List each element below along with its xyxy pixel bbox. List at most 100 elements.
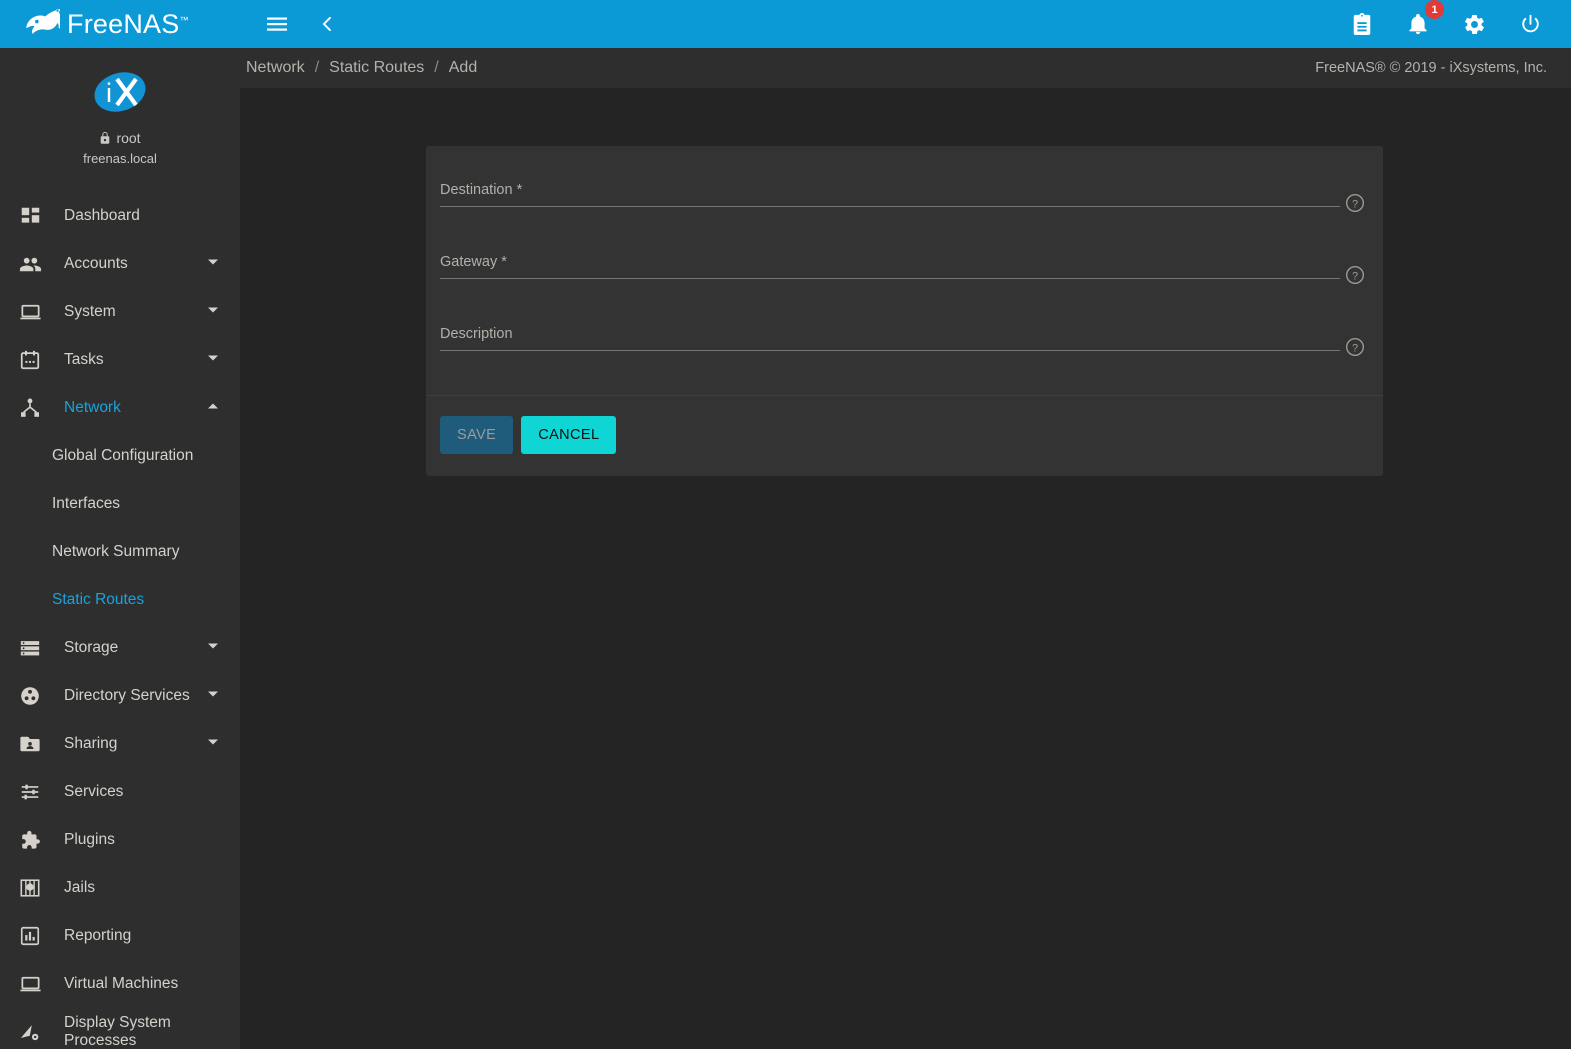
sidebar-subitem-global-configuration[interactable]: Global Configuration	[0, 432, 240, 480]
ixsystems-logo-icon: i	[89, 64, 151, 120]
breadcrumb-bar: Network / Static Routes / Add FreeNAS® ©…	[240, 48, 1571, 88]
profile-hostname: freenas.local	[0, 151, 240, 166]
destination-field: Destination * ?	[440, 176, 1369, 225]
directory-icon	[12, 685, 48, 707]
sidebar-item-tasks[interactable]: Tasks	[0, 336, 240, 384]
gateway-field: Gateway * ?	[440, 248, 1369, 297]
chevron-down-icon[interactable]	[206, 735, 222, 754]
breadcrumb: Network / Static Routes / Add	[246, 59, 477, 77]
chevron-down-icon[interactable]	[206, 639, 222, 658]
breadcrumb-separator: /	[434, 59, 438, 77]
gear-glyph	[1463, 13, 1486, 36]
svg-text:?: ?	[1352, 342, 1358, 354]
menu-glyph	[265, 12, 289, 36]
description-label: Description	[440, 326, 513, 342]
gear-icon[interactable]	[1457, 7, 1491, 41]
sidebar-item-label: Accounts	[64, 255, 206, 273]
sidebar-item-label: Directory Services	[64, 687, 206, 705]
description-help-icon[interactable]: ?	[1345, 337, 1365, 357]
sidebar-item-label: Virtual Machines	[64, 975, 206, 993]
sharing-icon	[12, 733, 48, 755]
ix-logo-i: i	[106, 78, 112, 108]
sidebar-subitem-label: Network Summary	[52, 543, 179, 561]
clipboard-icon[interactable]	[1345, 7, 1379, 41]
collapse-sidebar-chevron-left-icon[interactable]	[310, 7, 344, 41]
sidebar-item-display-system-processes[interactable]: Display System Processes	[0, 1008, 240, 1049]
profile-username-row: root	[0, 130, 240, 146]
sidebar-item-services[interactable]: Services	[0, 768, 240, 816]
clipboard-glyph	[1351, 13, 1373, 35]
sidebar-item-network[interactable]: Network	[0, 384, 240, 432]
lock-icon	[99, 131, 111, 145]
help-circle-glyph: ?	[1345, 265, 1365, 285]
destination-label: Destination *	[440, 182, 522, 198]
sidebar-item-label: Tasks	[64, 351, 206, 369]
form-actions: SAVE CANCEL	[426, 396, 1383, 476]
sidebar-subitem-label: Static Routes	[52, 591, 144, 609]
save-button[interactable]: SAVE	[440, 416, 513, 454]
chevron-down-icon[interactable]	[206, 351, 222, 370]
cancel-button[interactable]: CANCEL	[521, 416, 616, 454]
description-field: Description ?	[440, 320, 1369, 369]
chevron-down-icon[interactable]	[206, 255, 222, 274]
power-icon[interactable]	[1513, 7, 1547, 41]
gateway-help-icon[interactable]: ?	[1345, 265, 1365, 285]
sidebar-item-sharing[interactable]: Sharing	[0, 720, 240, 768]
sidebar-item-accounts[interactable]: Accounts	[0, 240, 240, 288]
sidebar-subitem-network-summary[interactable]: Network Summary	[0, 528, 240, 576]
plugins-icon	[12, 829, 48, 851]
help-circle-glyph: ?	[1345, 337, 1365, 357]
help-circle-glyph: ?	[1345, 193, 1365, 213]
copyright-notice: FreeNAS® © 2019 - iXsystems, Inc.	[1315, 60, 1547, 76]
destination-help-icon[interactable]: ?	[1345, 193, 1365, 213]
sidebar-subitem-interfaces[interactable]: Interfaces	[0, 480, 240, 528]
svg-text:?: ?	[1352, 270, 1358, 282]
breadcrumb-separator: /	[315, 59, 319, 77]
sidebar-item-label: Jails	[64, 879, 206, 897]
gateway-underline	[440, 278, 1340, 279]
sidebar-item-label: System	[64, 303, 206, 321]
jails-icon	[12, 877, 48, 899]
sidebar-item-storage[interactable]: Storage	[0, 624, 240, 672]
sidebar-item-directory-services[interactable]: Directory Services	[0, 672, 240, 720]
chevron-up-icon[interactable]	[206, 399, 222, 418]
form-fields: Destination * ? Gateway *	[426, 146, 1383, 395]
page-body: Destination * ? Gateway *	[240, 88, 1571, 1049]
people-icon	[12, 253, 48, 276]
freenas-app: FreeNAS™	[0, 0, 1571, 1049]
sidebar-item-reporting[interactable]: Reporting	[0, 912, 240, 960]
profile-username: root	[116, 130, 140, 146]
brand-name: FreeNAS™	[67, 9, 189, 40]
notification-badge: 1	[1425, 0, 1444, 19]
static-route-form-card: Destination * ? Gateway *	[426, 146, 1383, 476]
sidebar-item-label: Display System Processes	[64, 1014, 206, 1049]
breadcrumb-item-static-routes[interactable]: Static Routes	[329, 59, 424, 77]
trademark-symbol: ™	[179, 15, 188, 25]
processes-icon	[12, 1021, 48, 1043]
chevron-down-icon[interactable]	[206, 303, 222, 322]
sidebar-item-label: Network	[64, 399, 206, 417]
sidebar-item-label: Dashboard	[64, 207, 206, 225]
services-icon	[12, 781, 48, 803]
chevron-left-glyph	[316, 13, 338, 35]
notifications-icon[interactable]: 1	[1401, 7, 1435, 41]
brand-logo[interactable]: FreeNAS™	[0, 0, 240, 48]
sidebar-item-plugins[interactable]: Plugins	[0, 816, 240, 864]
sidebar-item-system[interactable]: System	[0, 288, 240, 336]
sidebar-item-label: Reporting	[64, 927, 206, 945]
sidebar-item-dashboard[interactable]: Dashboard	[0, 192, 240, 240]
topbar-left-actions	[240, 7, 344, 41]
sidebar-item-virtual-machines[interactable]: Virtual Machines	[0, 960, 240, 1008]
storage-icon	[12, 637, 48, 659]
chevron-down-icon[interactable]	[206, 687, 222, 706]
bell-glyph	[1407, 13, 1429, 35]
sidebar-item-label: Sharing	[64, 735, 206, 753]
sidebar-item-jails[interactable]: Jails	[0, 864, 240, 912]
sidebar-item-label: Storage	[64, 639, 206, 657]
sidebar-subitem-static-routes[interactable]: Static Routes	[0, 576, 240, 624]
breadcrumb-item-network[interactable]: Network	[246, 59, 305, 77]
destination-underline	[440, 206, 1340, 207]
description-underline	[440, 350, 1340, 351]
content-area: Network / Static Routes / Add FreeNAS® ©…	[240, 48, 1571, 1049]
hamburger-menu-icon[interactable]	[260, 7, 294, 41]
